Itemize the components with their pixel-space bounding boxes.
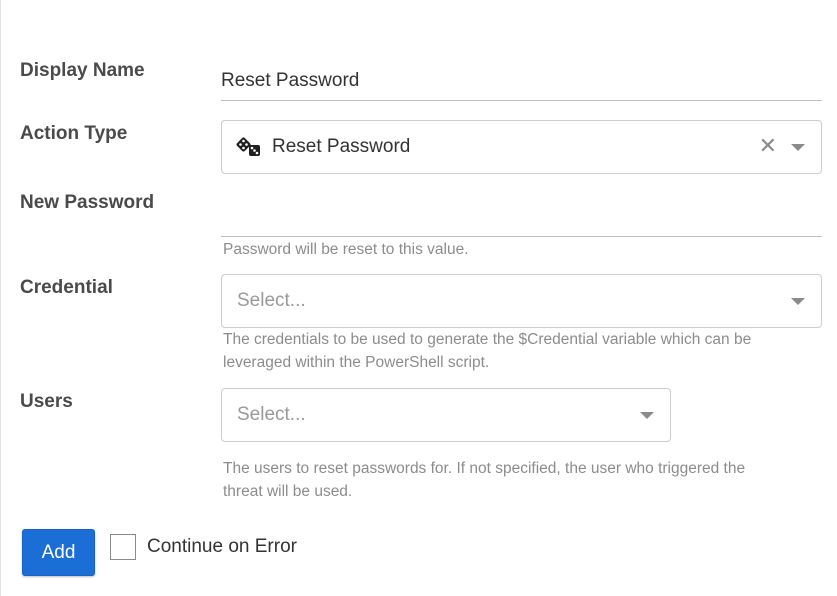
new-password-help: Password will be reset to this value. <box>223 241 469 258</box>
continue-on-error-checkbox[interactable] <box>110 534 136 560</box>
credential-select[interactable]: Select... <box>221 274 822 328</box>
action-form: Display Name Action Type Reset Password … <box>0 0 837 596</box>
chevron-down-icon[interactable] <box>791 144 805 151</box>
clear-icon[interactable]: ✕ <box>759 134 777 158</box>
chevron-down-icon[interactable] <box>791 298 805 305</box>
users-select[interactable]: Select... <box>221 388 671 442</box>
display-name-label: Display Name <box>20 60 145 81</box>
users-placeholder: Select... <box>237 404 306 425</box>
action-type-label: Action Type <box>20 123 128 144</box>
dice-icon <box>236 136 262 158</box>
action-type-select[interactable]: Reset Password ✕ <box>221 120 822 174</box>
credential-help-line2: leveraged within the PowerShell script. <box>223 354 490 371</box>
users-label: Users <box>20 391 73 412</box>
credential-placeholder: Select... <box>237 290 306 311</box>
users-help-line1: The users to reset passwords for. If not… <box>223 460 746 477</box>
action-type-value: Reset Password <box>272 136 411 157</box>
display-name-input[interactable] <box>221 65 822 101</box>
continue-on-error-label[interactable]: Continue on Error <box>147 536 297 558</box>
new-password-input[interactable] <box>221 201 822 237</box>
new-password-label: New Password <box>20 192 155 213</box>
chevron-down-icon[interactable] <box>640 412 654 419</box>
users-help-line2: threat will be used. <box>223 483 353 500</box>
credential-label: Credential <box>20 277 113 298</box>
credential-help-line1: The credentials to be used to generate t… <box>223 331 752 348</box>
add-button[interactable]: Add <box>22 529 95 576</box>
